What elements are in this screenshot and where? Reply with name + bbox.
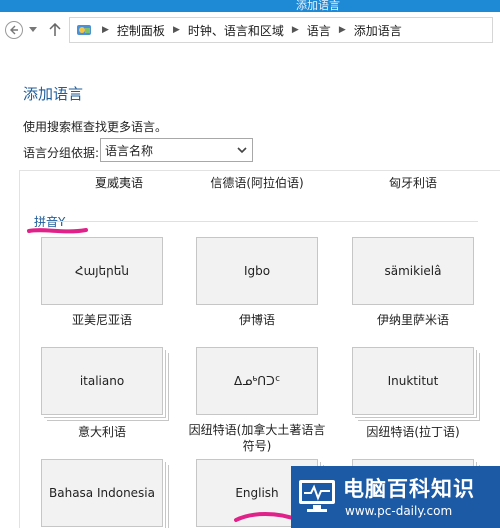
arrow-left-icon xyxy=(10,25,18,35)
watermark-url: www.pc-daily.com xyxy=(345,504,453,518)
language-caption: 伊纳里萨米语 xyxy=(376,313,449,327)
arrow-up-icon xyxy=(49,23,61,36)
group-by-label: 语言分组依据: xyxy=(23,146,100,160)
control-panel-icon xyxy=(74,22,94,38)
breadcrumb-separator-icon: ▶ xyxy=(102,25,109,35)
group-by-select[interactable]: 语言名称 xyxy=(100,138,253,162)
language-tile-indonesian[interactable]: Bahasa Indonesia xyxy=(41,459,163,527)
search-hint: 使用搜索框查找更多语言。 xyxy=(23,120,168,134)
address-bar[interactable]: ▶ 控制面板 ▶ 时钟、语言和区域 ▶ 语言 ▶ 添加语言 xyxy=(69,17,493,43)
breadcrumb-separator-icon: ▶ xyxy=(291,25,299,35)
language-caption: 意大利语 xyxy=(77,425,126,439)
language-tile-inuktitut-syllabics[interactable]: ᐃᓄᒃᑎᑐᑦ xyxy=(196,347,318,415)
chevron-down-icon xyxy=(29,27,37,32)
breadcrumb-separator-icon: ▶ xyxy=(338,25,346,35)
language-native-name: ᐃᓄᒃᑎᑐᑦ xyxy=(233,374,281,388)
language-tile-armenian[interactable]: Հայերեն xyxy=(41,237,163,305)
language-caption: 符号) xyxy=(242,439,272,453)
language-tile-inari-sami[interactable]: sämikielâ xyxy=(352,237,474,305)
language-tile-igbo[interactable]: Igbo xyxy=(196,237,318,305)
language-caption: 伊博语 xyxy=(238,313,275,327)
language-tile-inuktitut-latin[interactable]: Inuktitut xyxy=(352,347,474,415)
language-caption: 因纽特语(加拿大土著语言 xyxy=(188,423,326,437)
watermark-brand: 电脑百科知识 xyxy=(343,477,475,501)
up-level-button[interactable] xyxy=(47,21,63,39)
language-caption: 匈牙利语 xyxy=(388,176,437,190)
recent-locations-button[interactable] xyxy=(28,24,38,36)
monitor-logo-icon xyxy=(299,480,335,512)
site-watermark: 电脑百科知识 www.pc-daily.com xyxy=(291,466,500,528)
breadcrumb-separator-icon: ▶ xyxy=(172,25,180,35)
breadcrumb-language[interactable]: 语言 xyxy=(307,22,331,39)
chevron-down-icon xyxy=(237,147,247,154)
group-divider xyxy=(50,221,478,222)
language-caption: 因纽特语(拉丁语) xyxy=(366,425,460,439)
breadcrumb-clock-language-region[interactable]: 时钟、语言和区域 xyxy=(188,22,284,39)
language-native-name: Igbo xyxy=(243,264,271,278)
window-title-bar: 添加语言 xyxy=(0,0,500,12)
language-caption: 亚美尼亚语 xyxy=(71,313,132,327)
language-tile-italian[interactable]: italiano xyxy=(41,347,163,415)
language-native-name: Հայերեն xyxy=(75,264,129,278)
pink-underline-annotation xyxy=(27,228,88,234)
page-title: 添加语言 xyxy=(23,85,84,103)
back-button[interactable] xyxy=(5,21,23,39)
breadcrumb-add-language[interactable]: 添加语言 xyxy=(354,22,402,39)
group-by-value: 语言名称 xyxy=(105,143,154,158)
language-native-name: sämikielâ xyxy=(384,264,442,278)
navigation-bar: ▶ 控制面板 ▶ 时钟、语言和区域 ▶ 语言 ▶ 添加语言 xyxy=(0,12,500,48)
breadcrumb-control-panel[interactable]: 控制面板 xyxy=(117,22,165,39)
language-native-name: italiano xyxy=(79,374,125,388)
language-native-name: Inuktitut xyxy=(387,374,439,388)
language-native-name: Bahasa Indonesia xyxy=(49,486,155,500)
language-native-name: English xyxy=(235,486,279,500)
language-caption: 夏威夷语 xyxy=(94,176,143,190)
language-caption: 信德语(阿拉伯语) xyxy=(210,176,304,190)
